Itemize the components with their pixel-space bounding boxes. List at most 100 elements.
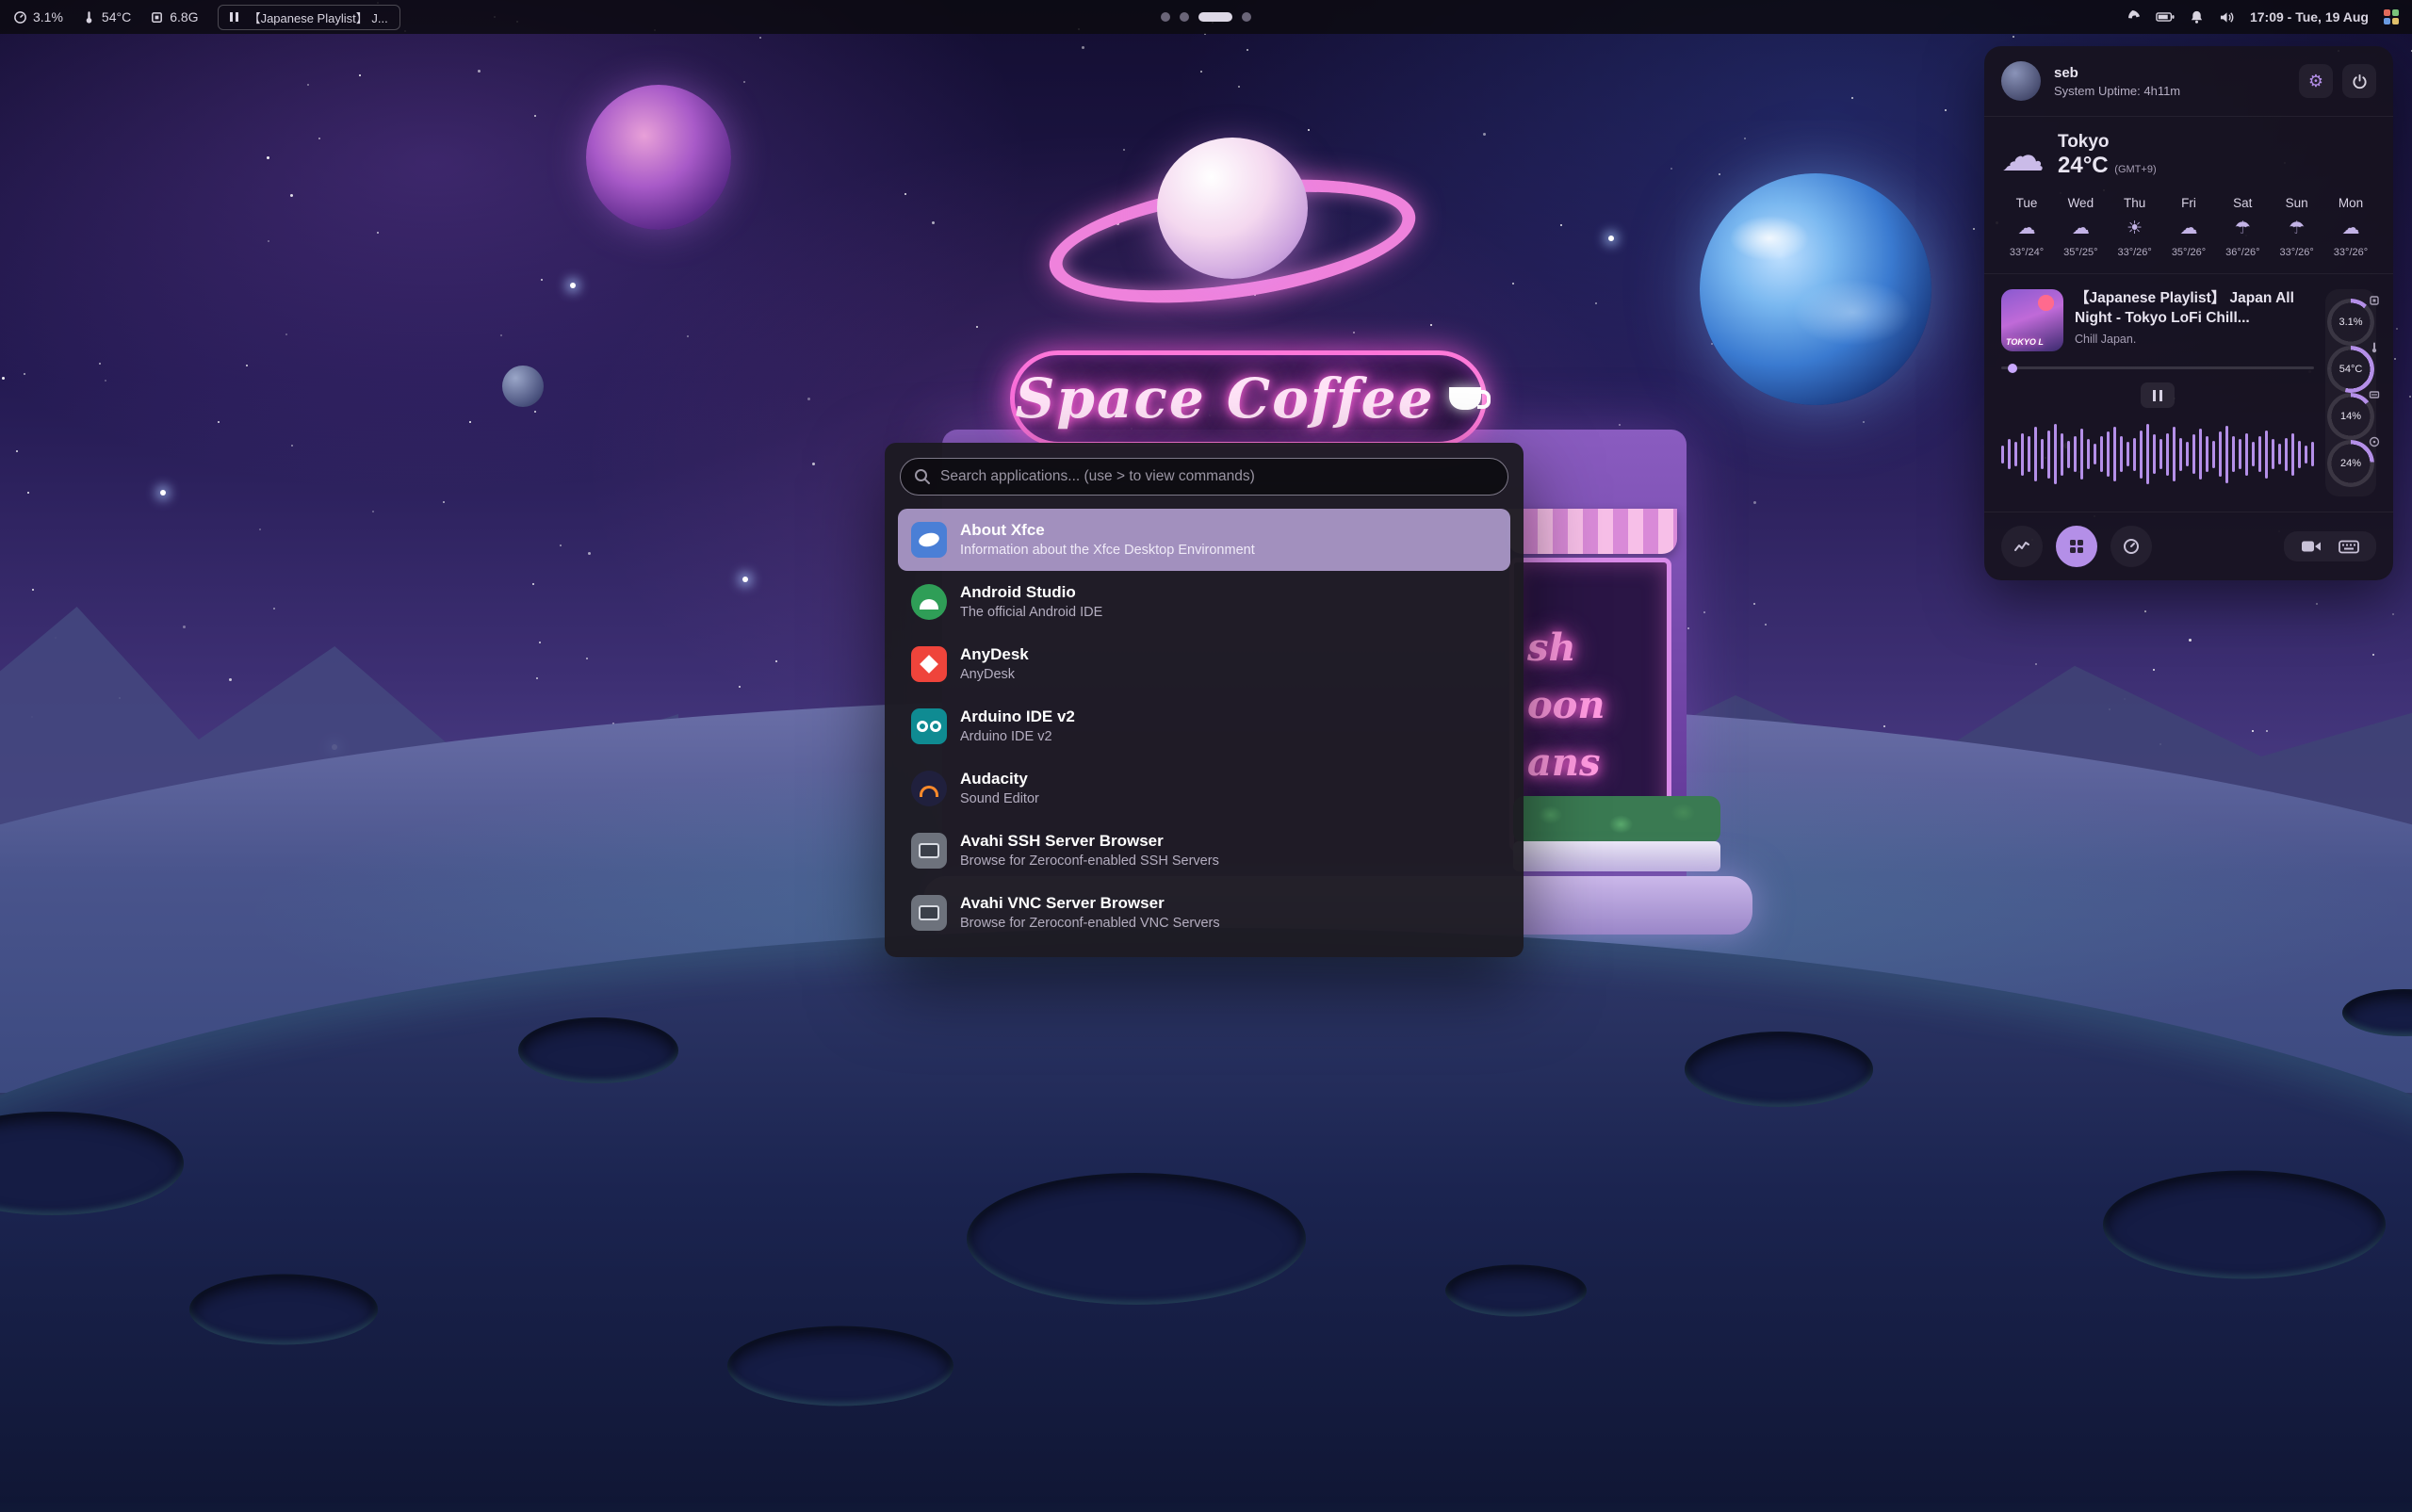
clock[interactable]: 17:09 - Tue, 19 Aug bbox=[2250, 9, 2369, 24]
widget-sidebar: seb System Uptime: 4h11m ⚙ ☁ Tokyo 24°C … bbox=[1984, 46, 2393, 580]
star bbox=[687, 335, 689, 337]
temperature-gauge: 54°C bbox=[2327, 346, 2374, 393]
waveform-bar bbox=[2206, 436, 2208, 472]
star bbox=[1753, 603, 1755, 605]
waveform-bar bbox=[2133, 438, 2136, 471]
star bbox=[259, 528, 261, 530]
star bbox=[932, 221, 935, 224]
workspace-dot[interactable] bbox=[1180, 12, 1189, 22]
gauge-icon bbox=[13, 10, 27, 24]
star bbox=[759, 37, 761, 39]
star bbox=[904, 193, 906, 195]
star bbox=[2252, 730, 2254, 732]
album-art: TOKYO L bbox=[2001, 289, 2063, 351]
waveform-bar bbox=[2245, 433, 2248, 476]
track-progress-bar[interactable] bbox=[2001, 366, 2314, 369]
app-row-arduino-ide[interactable]: Arduino IDE v2 Arduino IDE v2 bbox=[898, 695, 1510, 757]
forecast-day: Wed ☁ 35°/25° bbox=[2055, 196, 2106, 258]
memory-gauge: 14% bbox=[2327, 393, 2374, 440]
battery-icon[interactable] bbox=[2156, 11, 2175, 23]
waveform-bar bbox=[2212, 441, 2215, 468]
waveform-bar bbox=[2061, 433, 2063, 476]
shop-awning bbox=[1508, 509, 1677, 554]
forecast-day: Thu ☀ 33°/26° bbox=[2110, 196, 2160, 258]
waveform-bar bbox=[2100, 436, 2103, 472]
app-description: AnyDesk bbox=[960, 666, 1029, 684]
crater bbox=[0, 1112, 184, 1215]
star bbox=[532, 583, 534, 585]
star bbox=[2396, 328, 2398, 330]
star bbox=[2144, 610, 2146, 612]
star-sparkle bbox=[160, 490, 166, 496]
memory-indicator[interactable]: 6.8G bbox=[150, 9, 198, 24]
star bbox=[478, 70, 481, 73]
keyboard-button[interactable] bbox=[2339, 540, 2359, 554]
waveform-bar bbox=[2001, 446, 2004, 463]
waveform-bar bbox=[2054, 424, 2057, 484]
stats-button[interactable] bbox=[2001, 526, 2043, 567]
star bbox=[586, 658, 588, 659]
disk-gauge: 24% bbox=[2327, 440, 2374, 487]
weather-widget: ☁ Tokyo 24°C (GMT+9) Tue ☁ 33°/24° Wed ☁… bbox=[1984, 117, 2393, 274]
temperature-indicator[interactable]: 54°C bbox=[82, 9, 131, 24]
power-button[interactable] bbox=[2342, 64, 2376, 98]
phone-icon[interactable] bbox=[2126, 9, 2141, 24]
app-description: Browse for Zeroconf-enabled VNC Servers bbox=[960, 915, 1220, 933]
star bbox=[560, 545, 562, 546]
star bbox=[1238, 86, 1240, 88]
app-row-avahi-ssh[interactable]: Avahi SSH Server Browser Browse for Zero… bbox=[898, 820, 1510, 882]
star bbox=[1308, 129, 1310, 131]
star bbox=[246, 365, 248, 366]
waveform-bar bbox=[2186, 442, 2189, 466]
notification-bell-icon[interactable] bbox=[2190, 9, 2204, 24]
forecast-day: Sat ☂ 36°/26° bbox=[2217, 196, 2268, 258]
cpu-usage-indicator[interactable]: 3.1% bbox=[13, 9, 63, 24]
volume-icon[interactable] bbox=[2219, 10, 2235, 24]
app-row-android-studio[interactable]: Android Studio The official Android IDE bbox=[898, 571, 1510, 633]
star bbox=[2392, 613, 2394, 615]
workspace-dot-active[interactable] bbox=[1198, 12, 1232, 22]
app-row-anydesk[interactable]: AnyDesk AnyDesk bbox=[898, 633, 1510, 695]
workspace-dot[interactable] bbox=[1161, 12, 1170, 22]
app-name: Android Studio bbox=[960, 582, 1102, 604]
workspace-dot[interactable] bbox=[1242, 12, 1251, 22]
moon-ground-near bbox=[0, 928, 2412, 1512]
star bbox=[539, 642, 541, 643]
chart-icon bbox=[2013, 538, 2030, 555]
waveform-bar bbox=[2120, 436, 2123, 472]
waveform-bar bbox=[2087, 439, 2090, 469]
app-row-avahi-vnc[interactable]: Avahi VNC Server Browser Browse for Zero… bbox=[898, 882, 1510, 944]
screencast-button[interactable] bbox=[2301, 539, 2322, 554]
weather-timezone: (GMT+9) bbox=[2114, 164, 2156, 175]
window-neon-text: ans bbox=[1527, 740, 1667, 785]
app-row-audacity[interactable]: Audacity Sound Editor bbox=[898, 757, 1510, 820]
star bbox=[739, 686, 741, 688]
widgets-button[interactable] bbox=[2110, 526, 2152, 567]
waveform-bar bbox=[2107, 431, 2110, 477]
app-grid-icon[interactable] bbox=[2384, 9, 2399, 24]
small-moon bbox=[502, 366, 544, 407]
star bbox=[541, 279, 543, 281]
progress-thumb[interactable] bbox=[2008, 364, 2017, 373]
video-camera-icon bbox=[2301, 539, 2322, 554]
star bbox=[1883, 725, 1885, 727]
now-playing-widget[interactable]: 【Japanese Playlist】 J... bbox=[218, 5, 400, 30]
waveform-bar bbox=[2311, 442, 2314, 466]
settings-button[interactable]: ⚙ bbox=[2299, 64, 2333, 98]
keyboard-icon bbox=[2339, 540, 2359, 554]
app-description: Information about the Xfce Desktop Envir… bbox=[960, 542, 1255, 560]
star bbox=[1619, 424, 1621, 426]
app-row-about-xfce[interactable]: About Xfce Information about the Xfce De… bbox=[898, 509, 1510, 571]
search-input[interactable] bbox=[900, 458, 1508, 496]
star bbox=[1687, 627, 1689, 629]
planter-box bbox=[1513, 841, 1720, 871]
star bbox=[273, 608, 275, 610]
waveform-bar bbox=[2166, 433, 2169, 476]
waveform-bar bbox=[2239, 439, 2241, 469]
pause-button[interactable] bbox=[2141, 382, 2175, 408]
star bbox=[218, 421, 220, 423]
apps-button[interactable] bbox=[2056, 526, 2097, 567]
app-name: Audacity bbox=[960, 769, 1039, 790]
star bbox=[1973, 228, 1975, 230]
star bbox=[1123, 149, 1125, 151]
